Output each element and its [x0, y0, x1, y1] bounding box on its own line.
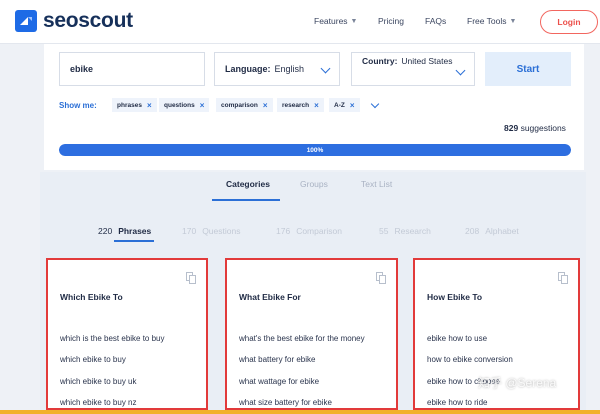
- keyword-value: ebike: [70, 64, 94, 74]
- chevron-down-icon: [455, 65, 466, 76]
- active-tab-indicator: [212, 199, 280, 201]
- chevron-down-icon: ▼: [509, 17, 517, 25]
- suggestions-label: suggestions: [520, 123, 566, 133]
- chip-label: comparison: [221, 101, 258, 109]
- copy-icon[interactable]: [558, 272, 568, 284]
- watermark-text: 知乎 @Serena: [478, 376, 557, 390]
- filter-chip-comparison: comparison ×: [216, 98, 273, 112]
- country-label: Country:: [362, 56, 398, 66]
- subtab-comparison[interactable]: 176 Comparison: [276, 226, 342, 236]
- keyword-card: What Ebike For what's the best ebike for…: [225, 258, 398, 410]
- subtab-research[interactable]: 55 Research: [379, 226, 431, 236]
- logo-text: seoscout: [43, 9, 133, 32]
- subtab-count: 170: [182, 226, 197, 236]
- tab-groups[interactable]: Groups: [300, 179, 328, 189]
- keyword-card: Which Ebike To which is the best ebike t…: [46, 258, 208, 410]
- nav-features-label: Features: [314, 16, 348, 26]
- suggestions-count: 829 suggestions: [504, 123, 566, 133]
- list-item[interactable]: what wattage for ebike: [239, 377, 319, 386]
- keyword-input[interactable]: ebike: [59, 52, 205, 86]
- list-item[interactable]: which is the best ebike to buy: [60, 334, 165, 343]
- subtab-label: Questions: [202, 226, 241, 236]
- filter-chip-questions: questions ×: [159, 98, 210, 112]
- search-card: ebike Language: English Country: United …: [44, 44, 584, 170]
- country-value: United States: [401, 56, 453, 66]
- progress-bar: 100%: [59, 144, 571, 156]
- bottom-bar: [0, 410, 600, 414]
- subtab-count: 208: [465, 226, 480, 236]
- nav-free-tools-label: Free Tools: [467, 16, 507, 26]
- subtab-count: 55: [379, 226, 389, 236]
- chip-label: questions: [164, 101, 195, 109]
- filter-chip-research: research ×: [277, 98, 324, 112]
- chip-label: research: [282, 101, 310, 109]
- nav-free-tools[interactable]: Free Tools ▼: [467, 16, 516, 26]
- suggestions-number: 829: [504, 123, 519, 133]
- subtab-label: Alphabet: [485, 226, 519, 236]
- top-navbar: seoscout Features ▼ Pricing FAQs Free To…: [0, 0, 600, 44]
- close-icon[interactable]: ×: [147, 101, 152, 110]
- filter-chip-phrases: phrases ×: [112, 98, 157, 112]
- close-icon[interactable]: ×: [314, 101, 319, 110]
- card-title: Which Ebike To: [60, 292, 123, 302]
- card-title: How Ebike To: [427, 292, 483, 302]
- progress-fill: 100%: [59, 144, 571, 156]
- subtab-questions[interactable]: 170 Questions: [182, 226, 240, 236]
- language-value: English: [274, 64, 305, 74]
- chip-label: A-Z: [334, 101, 345, 109]
- list-item[interactable]: which ebike to buy nz: [60, 398, 137, 407]
- card-title: What Ebike For: [239, 292, 301, 302]
- nav-pricing[interactable]: Pricing: [378, 16, 404, 26]
- filter-chip-a-z: A-Z ×: [329, 98, 360, 112]
- chevron-down-icon[interactable]: [370, 99, 380, 109]
- show-me-label: Show me:: [59, 101, 97, 110]
- country-select[interactable]: Country: United States: [351, 52, 475, 86]
- nav-features[interactable]: Features ▼: [314, 16, 357, 26]
- list-item[interactable]: ebike how to ride: [427, 398, 487, 407]
- copy-icon[interactable]: [186, 272, 196, 284]
- subtab-count: 176: [276, 226, 291, 236]
- start-button[interactable]: Start: [485, 52, 571, 86]
- subtab-label: Research: [394, 226, 431, 236]
- login-button[interactable]: Login: [540, 10, 598, 34]
- list-item[interactable]: which ebike to buy: [60, 355, 126, 364]
- close-icon[interactable]: ×: [200, 101, 205, 110]
- list-item[interactable]: what size battery for ebike: [239, 398, 332, 407]
- logo-icon: [15, 10, 37, 32]
- language-label: Language:: [225, 64, 271, 74]
- subtab-label: Phrases: [118, 226, 152, 236]
- chevron-down-icon: ▼: [350, 17, 358, 25]
- copy-icon[interactable]: [376, 272, 386, 284]
- chevron-down-icon: [320, 63, 331, 74]
- close-icon[interactable]: ×: [263, 101, 268, 110]
- list-item[interactable]: which ebike to buy uk: [60, 377, 137, 386]
- nav-pricing-label: Pricing: [378, 16, 404, 26]
- tab-text-list[interactable]: Text List: [361, 179, 392, 189]
- list-item[interactable]: what's the best ebike for the money: [239, 334, 365, 343]
- chip-label: phrases: [117, 101, 142, 109]
- tab-categories[interactable]: Categories: [226, 179, 270, 189]
- subtab-alphabet[interactable]: 208 Alphabet: [465, 226, 519, 236]
- list-item[interactable]: ebike how to use: [427, 334, 487, 343]
- active-subtab-indicator: [114, 240, 154, 242]
- subtab-label: Comparison: [296, 226, 343, 236]
- subtab-phrases[interactable]: 220 Phrases: [98, 226, 151, 236]
- nav-faqs-label: FAQs: [425, 16, 447, 26]
- nav-faqs[interactable]: FAQs: [425, 16, 446, 26]
- view-tabs: Categories Groups Text List: [40, 172, 586, 200]
- close-icon[interactable]: ×: [350, 101, 355, 110]
- logo[interactable]: seoscout: [14, 9, 133, 33]
- subtab-count: 220: [98, 226, 113, 236]
- list-item[interactable]: how to ebike conversion: [427, 355, 513, 364]
- list-item[interactable]: what battery for ebike: [239, 355, 315, 364]
- language-select[interactable]: Language: English: [214, 52, 340, 86]
